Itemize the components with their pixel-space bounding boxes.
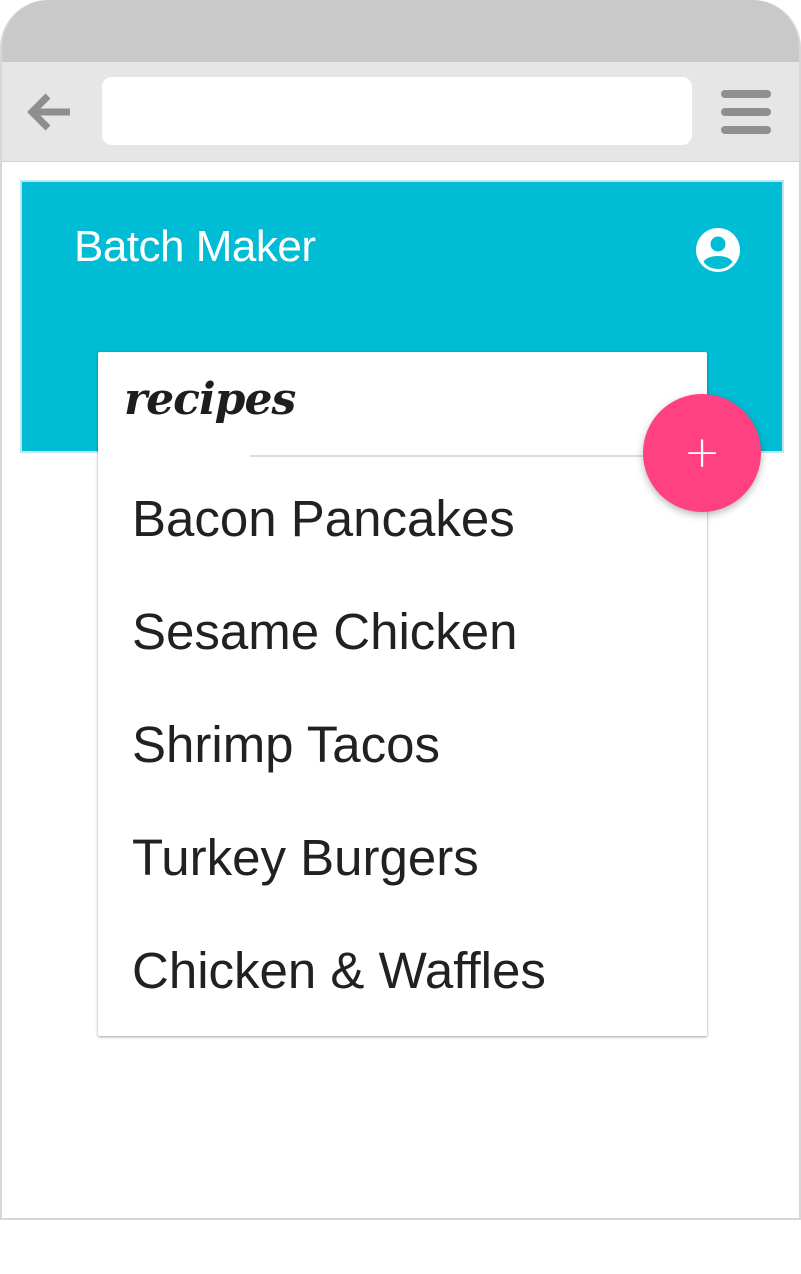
recipe-item[interactable]: Bacon Pancakes — [98, 462, 707, 575]
add-recipe-button[interactable]: + — [643, 394, 761, 512]
browser-toolbar — [2, 62, 799, 162]
status-bar — [2, 0, 799, 62]
recipe-item[interactable]: Shrimp Tacos — [98, 688, 707, 801]
add-icon: + — [683, 427, 721, 478]
recipes-card: recipes Bacon Pancakes Sesame Chicken Sh… — [98, 352, 707, 1036]
app-title: Batch Maker — [74, 222, 316, 271]
arrow-left-icon — [27, 93, 70, 131]
account-button[interactable] — [694, 226, 742, 274]
card-title: recipes — [124, 374, 296, 425]
recipe-item[interactable]: Chicken & Waffles — [98, 914, 707, 1027]
device-frame: Batch Maker recipes Bacon Pancakes Sesam… — [0, 0, 801, 1220]
hamburger-menu-icon — [721, 90, 771, 98]
divider — [250, 455, 707, 457]
recipe-item[interactable]: Turkey Burgers — [98, 801, 707, 914]
url-input[interactable] — [102, 77, 692, 145]
back-button[interactable] — [22, 87, 78, 137]
menu-button[interactable] — [718, 90, 774, 134]
account-circle-icon — [696, 228, 740, 272]
recipe-list: Bacon Pancakes Sesame Chicken Shrimp Tac… — [98, 462, 707, 1027]
recipe-item[interactable]: Sesame Chicken — [98, 575, 707, 688]
